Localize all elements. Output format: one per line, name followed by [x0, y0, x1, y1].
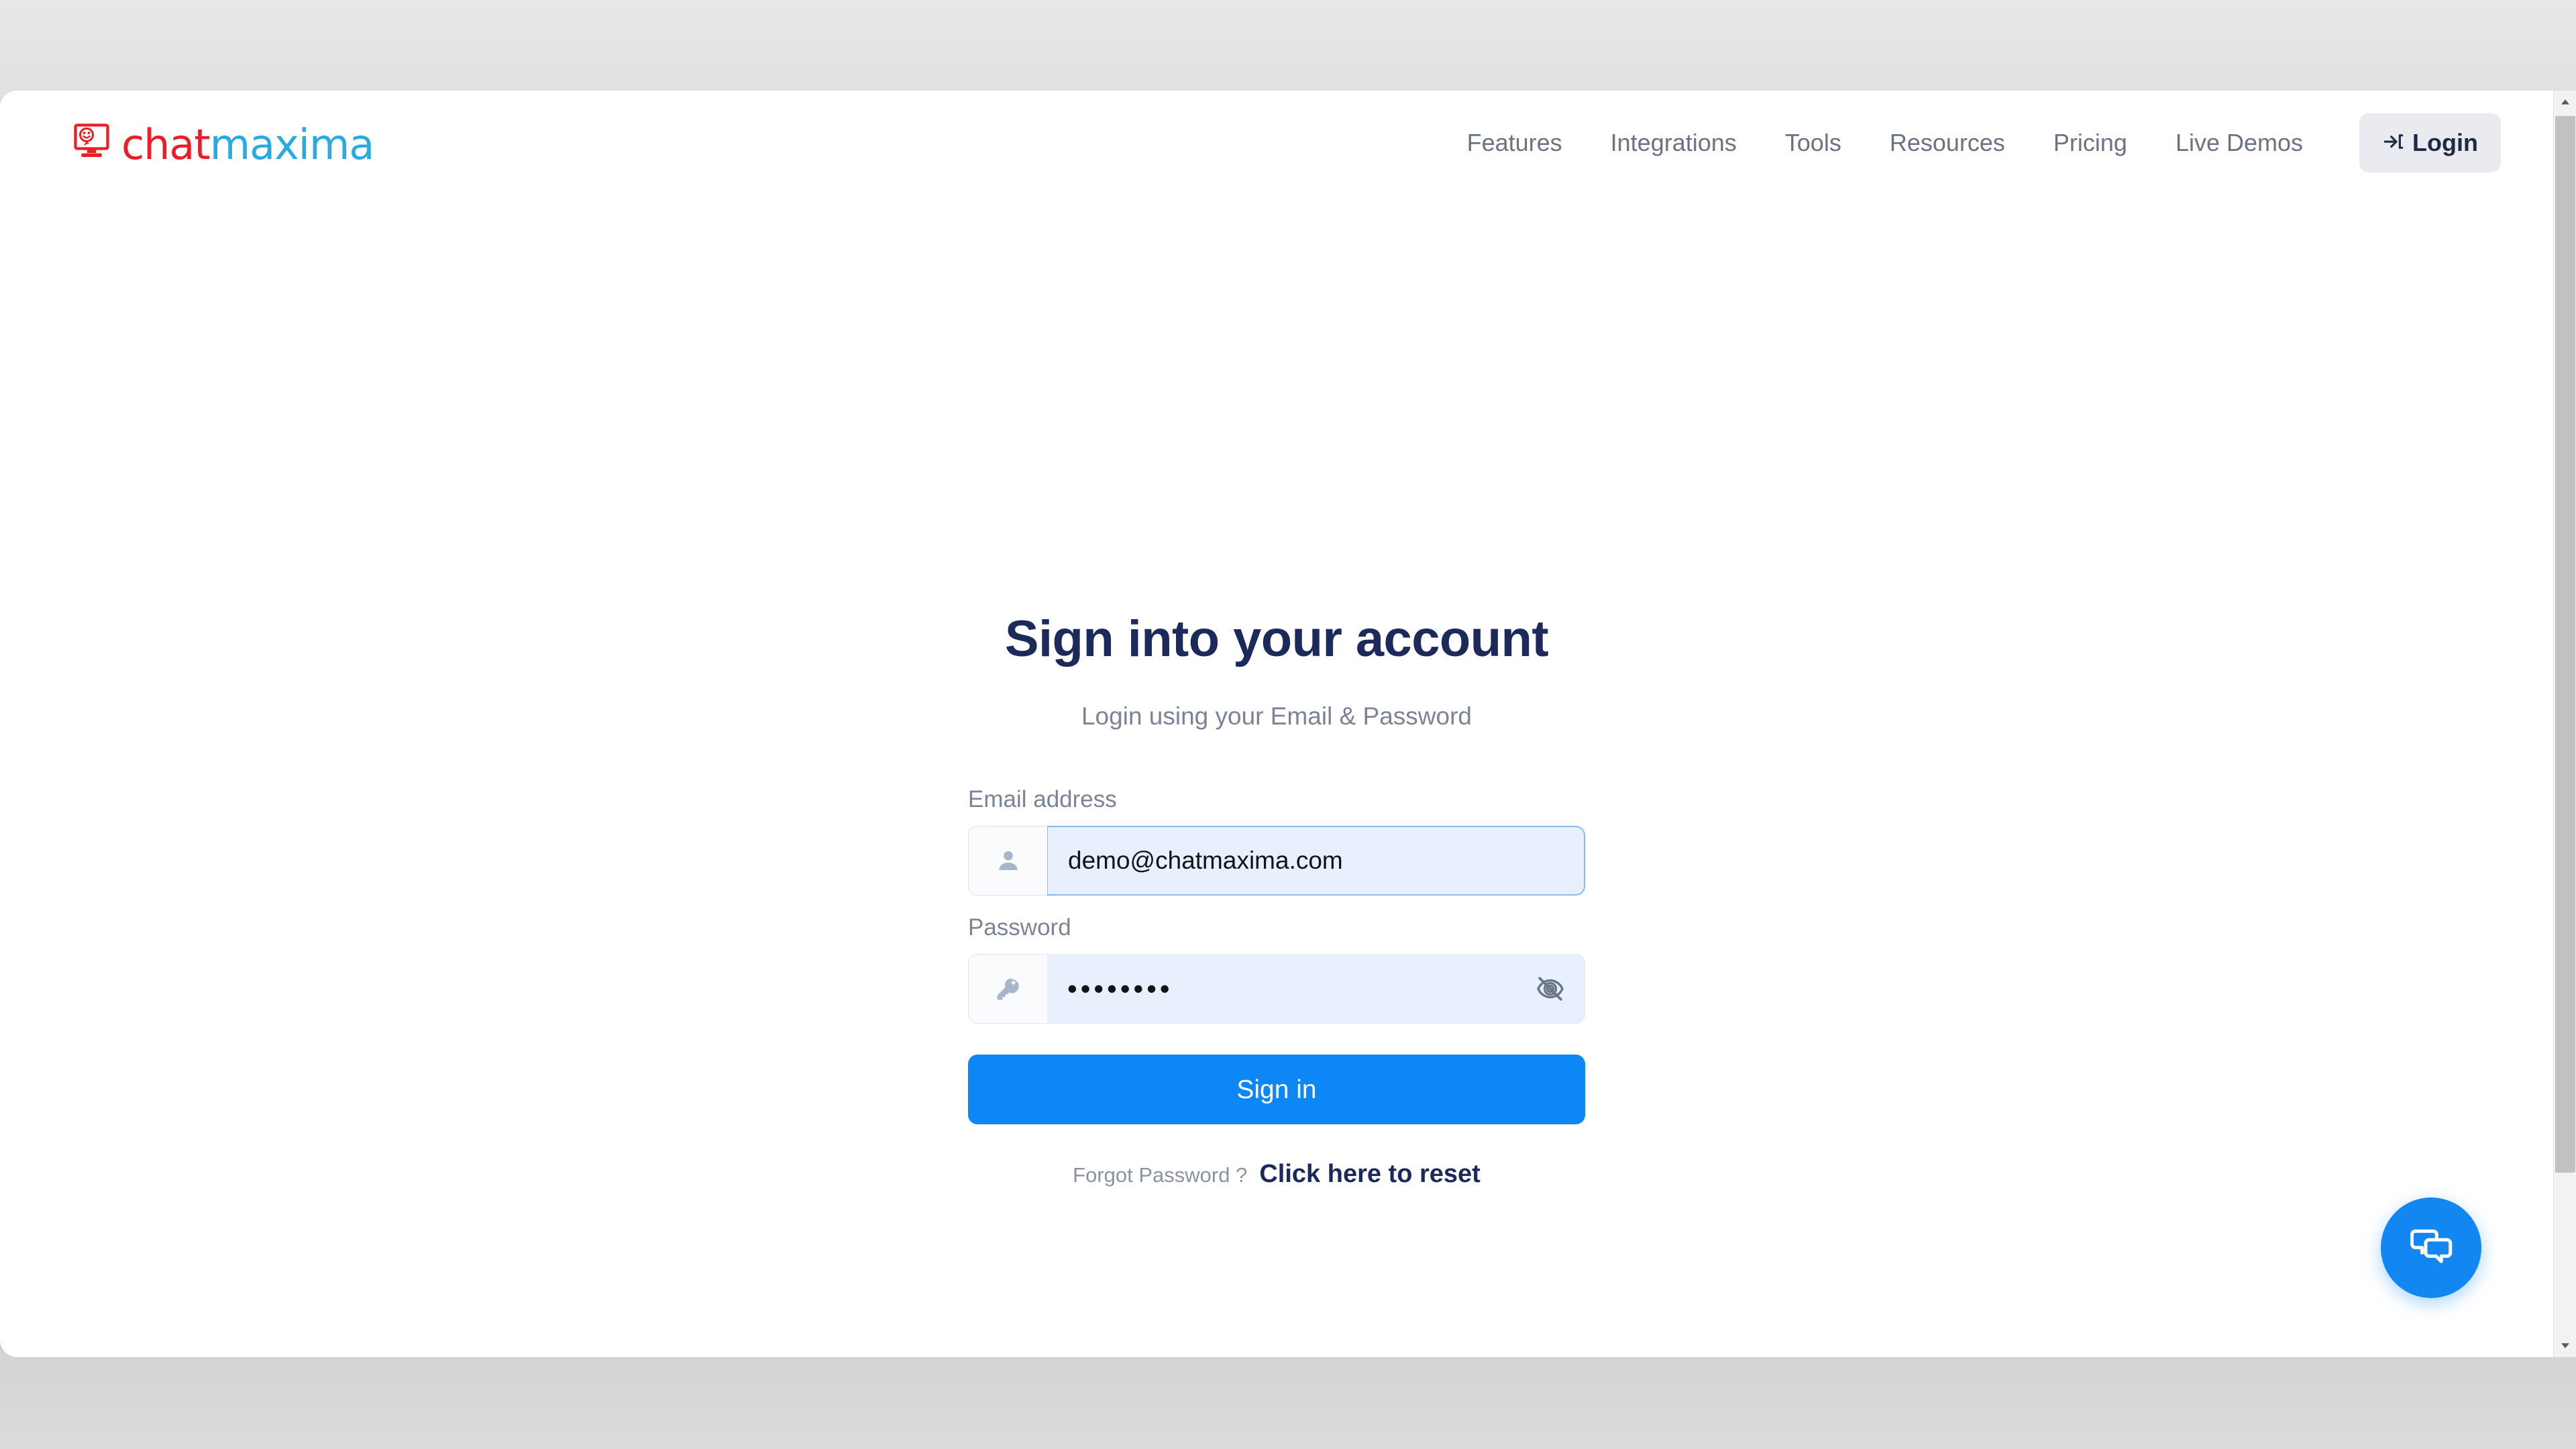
user-icon	[968, 826, 1047, 896]
chevron-up-icon[interactable]	[2554, 91, 2576, 113]
password-input-row	[968, 954, 1585, 1024]
nav-resources[interactable]: Resources	[1866, 130, 2029, 155]
email-input[interactable]	[1048, 827, 1584, 894]
password-label: Password	[968, 914, 1071, 941]
eye-slash-icon[interactable]	[1531, 969, 1570, 1008]
scrollbar-thumb[interactable]	[2555, 116, 2575, 1173]
nav-live-demos[interactable]: Live Demos	[2151, 130, 2327, 155]
login-button-label: Login	[2412, 128, 2478, 156]
chat-bubbles-icon	[2406, 1222, 2457, 1275]
chat-widget-button[interactable]	[2381, 1197, 2481, 1298]
key-icon	[968, 954, 1047, 1024]
brand-word-maxima: maxima	[209, 119, 375, 169]
nav-pricing[interactable]: Pricing	[2029, 130, 2151, 155]
signin-button[interactable]: Sign in	[968, 1055, 1585, 1124]
browser-viewport: chatmaxima Features Integrations Tools R…	[0, 91, 2576, 1357]
brand-wordmark: chatmaxima	[121, 123, 374, 166]
page-subtitle: Login using your Email & Password	[1081, 702, 1472, 730]
login-button[interactable]: Login	[2359, 113, 2501, 172]
vertical-scrollbar[interactable]	[2553, 91, 2576, 1357]
sign-in-arrow-icon	[2382, 130, 2405, 155]
email-input-row	[968, 826, 1585, 896]
chevron-down-icon[interactable]	[2554, 1334, 2576, 1357]
email-field-group: Email address	[968, 788, 1585, 896]
nav-integrations[interactable]: Integrations	[1587, 130, 1761, 155]
nav-features[interactable]: Features	[1443, 130, 1587, 155]
password-input-container	[1047, 954, 1585, 1024]
page-content: chatmaxima Features Integrations Tools R…	[0, 91, 2553, 1357]
forgot-password-text: Forgot Password ?	[1073, 1163, 1248, 1187]
main-navigation: Features Integrations Tools Resources Pr…	[1443, 113, 2501, 172]
forgot-password-row: Forgot Password ? Click here to reset	[968, 1161, 1585, 1187]
nav-tools[interactable]: Tools	[1761, 130, 1866, 155]
page-title: Sign into your account	[1004, 610, 1549, 667]
login-form: Email address Pass	[968, 788, 1585, 1187]
password-field-group: Password	[968, 916, 1585, 1024]
password-input[interactable]	[1047, 955, 1585, 1023]
email-input-container	[1047, 826, 1585, 896]
login-page-main: Sign into your account Login using your …	[0, 195, 2553, 1187]
email-label: Email address	[968, 786, 1117, 812]
site-header: chatmaxima Features Integrations Tools R…	[0, 91, 2553, 195]
brand-word-chat: chat	[121, 119, 211, 169]
brand-logo[interactable]: chatmaxima	[74, 119, 374, 166]
monitor-smiley-icon	[74, 123, 113, 162]
reset-password-link[interactable]: Click here to reset	[1259, 1161, 1480, 1187]
